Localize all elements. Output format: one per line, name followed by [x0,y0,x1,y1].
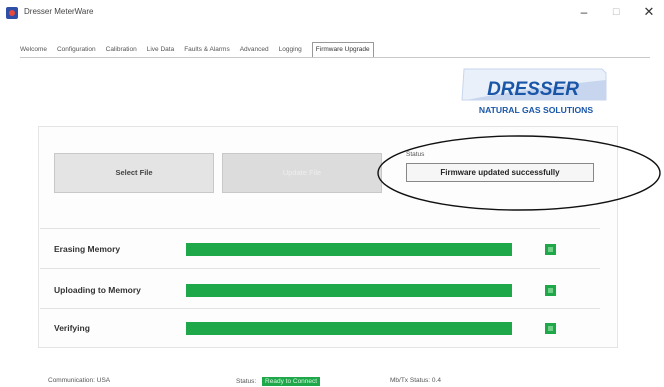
complete-indicator-icon [545,285,556,296]
communication-status: Communication: USA [48,377,110,384]
connection-status: Status: Ready to Connect [236,377,321,386]
maximize-button[interactable]: ☐ [605,3,627,21]
tab-faults-alarms[interactable]: Faults & Alarms [184,42,230,58]
complete-indicator-icon [545,323,556,334]
app-icon [6,7,18,19]
tab-welcome[interactable]: Welcome [20,42,47,58]
dresser-logo: DRESSER NATURAL GAS SOLUTIONS [461,68,607,115]
complete-indicator-icon [545,244,556,255]
progress-row-erasing: Erasing Memory [40,234,600,268]
progress-label: Uploading to Memory [54,285,141,295]
row-divider [40,228,600,229]
progress-row-uploading: Uploading to Memory [40,275,600,309]
select-file-button[interactable]: Select File [54,153,214,193]
tab-advanced[interactable]: Advanced [240,42,269,58]
progress-bar [186,322,512,335]
mb-tx-label: Mb/Tx Status: [390,377,431,384]
tab-firmware-upgrade[interactable]: Firmware Upgrade [311,42,374,58]
minimize-button[interactable]: – [573,3,595,21]
progress-label: Erasing Memory [54,244,121,254]
connection-status-label: Status: [236,378,257,385]
highlight-ellipse [377,135,661,211]
progress-bar [186,243,512,256]
progress-bar-fill [186,322,512,335]
tab-divider [20,57,650,58]
progress-label: Verifying [54,323,90,333]
row-divider [40,268,600,269]
progress-bar-fill [186,284,512,297]
communication-value: USA [96,377,111,384]
row-divider [40,308,600,309]
progress-bar [186,284,512,297]
title-bar: Dresser MeterWare – ☐ ✕ [0,0,664,26]
close-button[interactable]: ✕ [638,3,660,21]
status-bar: Communication: USA Status: Ready to Conn… [0,372,664,387]
connection-status-badge: Ready to Connect [262,377,321,386]
logo-tagline: NATURAL GAS SOLUTIONS [479,105,594,115]
tab-calibration[interactable]: Calibration [106,42,137,58]
update-file-button[interactable]: Update File [222,153,382,193]
tab-live-data[interactable]: Live Data [147,42,174,58]
tab-bar: Welcome Configuration Calibration Live D… [20,42,374,58]
mb-tx-status: Mb/Tx Status: 0.4 [390,377,441,384]
tab-logging[interactable]: Logging [279,42,302,58]
window-title: Dresser MeterWare [24,7,94,16]
mb-tx-value: 0.4 [431,377,441,384]
tab-configuration[interactable]: Configuration [57,42,96,58]
communication-label: Communication: [48,377,95,384]
progress-bar-fill [186,243,512,256]
logo-brand: DRESSER [487,79,579,100]
progress-row-verifying: Verifying [40,313,600,347]
